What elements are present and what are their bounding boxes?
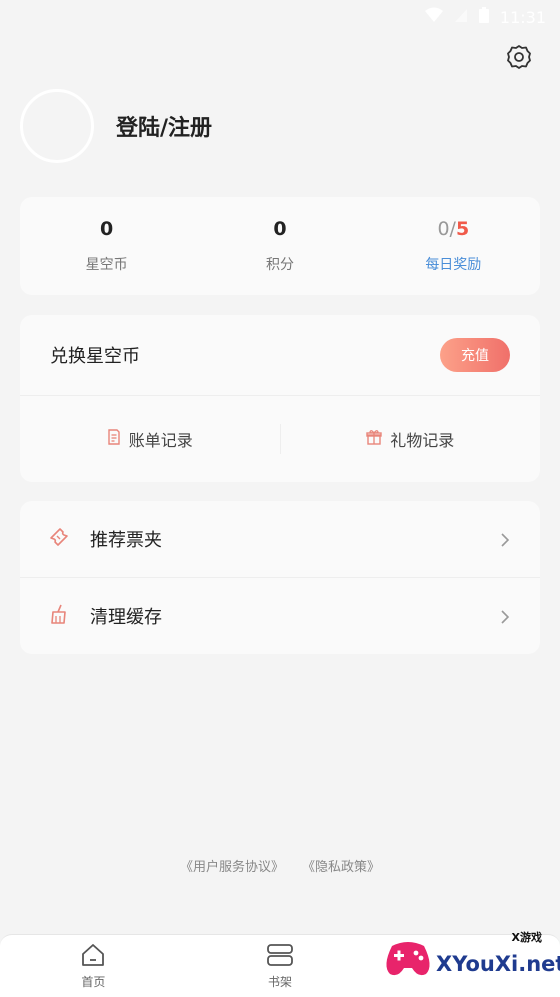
points-label: 积分 bbox=[265, 257, 294, 273]
settings-button[interactable] bbox=[504, 44, 534, 74]
menu-card: 推荐票夹 清理缓存 bbox=[20, 501, 540, 654]
gift-records-label: 礼物记录 bbox=[390, 431, 455, 450]
nav-bookshelf[interactable]: 书架 bbox=[187, 935, 374, 997]
coins-value: 0 bbox=[100, 218, 114, 240]
profile-header: 登陆/注册 bbox=[20, 86, 540, 166]
gift-icon bbox=[366, 429, 382, 449]
gift-records-button[interactable]: 礼物记录 bbox=[281, 427, 541, 451]
coins-label: 星空币 bbox=[85, 257, 128, 273]
bill-records-button[interactable]: 账单记录 bbox=[20, 427, 280, 451]
tickets-label: 推荐票夹 bbox=[90, 530, 162, 551]
nav-bookshelf-label: 书架 bbox=[268, 974, 293, 989]
battery-icon bbox=[478, 6, 490, 28]
chevron-right-icon bbox=[498, 532, 512, 547]
clear-cache-label: 清理缓存 bbox=[90, 607, 162, 628]
gear-icon bbox=[506, 44, 532, 74]
nav-home-label: 首页 bbox=[81, 974, 106, 989]
exchange-card: 兑换星空币 充值 账单记录 礼物记录 bbox=[20, 315, 540, 482]
gamepad-logo-icon bbox=[382, 936, 434, 980]
daily-reward-current: 0/ bbox=[437, 218, 456, 240]
privacy-policy-link[interactable]: 《隐私政策》 bbox=[302, 856, 380, 875]
status-time: 11:31 bbox=[499, 7, 546, 27]
bookshelf-icon bbox=[266, 943, 294, 970]
exchange-title: 兑换星空币 bbox=[50, 346, 140, 367]
points-value: 0 bbox=[273, 218, 287, 240]
daily-reward-total: 5 bbox=[455, 218, 470, 240]
status-bar: 11:31 bbox=[0, 0, 560, 34]
daily-reward-value: 0/5 bbox=[437, 218, 469, 240]
stat-points[interactable]: 0 积分 bbox=[193, 197, 366, 295]
avatar[interactable] bbox=[20, 89, 94, 163]
menu-item-tickets[interactable]: 推荐票夹 bbox=[20, 501, 540, 577]
stat-coins[interactable]: 0 星空币 bbox=[20, 197, 193, 295]
stats-card: 0 星空币 0 积分 0/5 每日奖励 bbox=[20, 197, 540, 295]
wifi-icon bbox=[424, 7, 444, 27]
exchange-row: 兑换星空币 充值 bbox=[20, 315, 540, 396]
bill-icon bbox=[107, 429, 121, 449]
records-row: 账单记录 礼物记录 bbox=[20, 396, 540, 482]
watermark-brand: XYouXi.net bbox=[436, 952, 560, 976]
signal-icon bbox=[454, 7, 468, 27]
menu-item-clear-cache[interactable]: 清理缓存 bbox=[20, 577, 540, 654]
chevron-right-icon bbox=[498, 609, 512, 624]
nav-home[interactable]: 首页 bbox=[0, 935, 187, 997]
home-icon bbox=[80, 943, 106, 970]
user-agreement-link[interactable]: 《用户服务协议》 bbox=[180, 856, 284, 875]
ticket-icon bbox=[48, 526, 70, 552]
footer-links: 《用户服务协议》 《隐私政策》 bbox=[0, 856, 560, 875]
stat-daily-reward[interactable]: 0/5 每日奖励 bbox=[367, 197, 540, 295]
bill-records-label: 账单记录 bbox=[128, 431, 193, 450]
watermark-small: X游戏 bbox=[511, 931, 542, 944]
login-register-link[interactable]: 登陆/注册 bbox=[116, 110, 212, 142]
recharge-button[interactable]: 充值 bbox=[440, 338, 510, 372]
daily-reward-label: 每日奖励 bbox=[425, 257, 482, 273]
broom-icon bbox=[48, 603, 70, 629]
watermark: XYouXi.net X游戏 bbox=[382, 927, 560, 989]
